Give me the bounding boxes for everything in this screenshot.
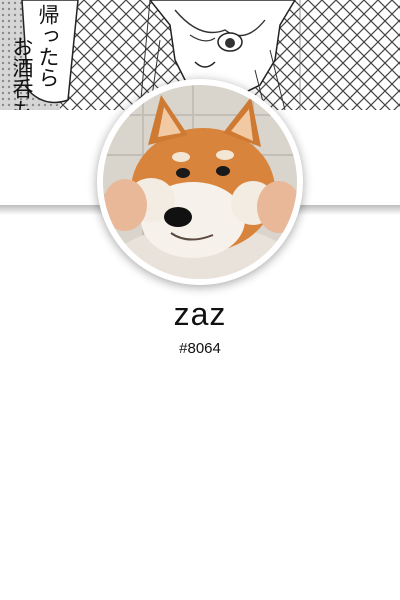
shiba-dog-avatar-image bbox=[103, 85, 297, 279]
avatar-frame bbox=[97, 79, 303, 285]
username: zaz bbox=[173, 296, 227, 332]
user-discriminator: #8064 bbox=[179, 340, 221, 357]
profile-card: 帰ったら お酒呑もうか zaz #8064 bbox=[0, 0, 400, 600]
speech-bubble-text-right: 帰ったら bbox=[36, 4, 60, 88]
avatar[interactable] bbox=[103, 85, 297, 279]
speech-bubble-text-left: お酒呑もうか bbox=[10, 36, 34, 110]
